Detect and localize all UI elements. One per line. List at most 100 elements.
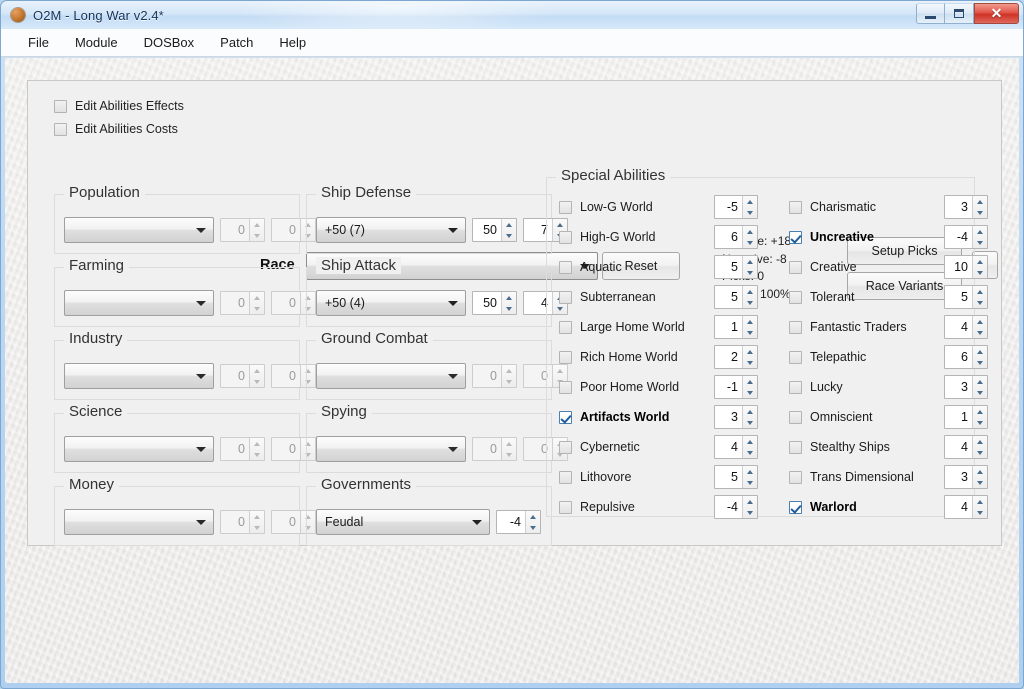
spinner-arrows[interactable] xyxy=(249,219,264,241)
spinner-down-icon[interactable] xyxy=(973,447,987,458)
ability-row-repulsive[interactable]: Repulsive -4 xyxy=(559,492,758,522)
ability-value-spinner-lithovore[interactable]: 5 xyxy=(714,465,758,489)
spinner-up-icon[interactable] xyxy=(973,316,987,327)
money-value-spinner[interactable]: 0 xyxy=(220,510,265,534)
spinner-up-icon[interactable] xyxy=(973,406,987,417)
science-select[interactable] xyxy=(64,436,214,462)
spinner-up-icon[interactable] xyxy=(973,286,987,297)
ship-attack-value-spinner[interactable]: 50 xyxy=(472,291,517,315)
ability-value-spinner-stealthy-ships[interactable]: 4 xyxy=(944,435,988,459)
ability-value-spinner-large-home-world[interactable]: 1 xyxy=(714,315,758,339)
money-select[interactable] xyxy=(64,509,214,535)
spinner-up-icon[interactable] xyxy=(973,436,987,447)
spinner-down-icon[interactable] xyxy=(250,449,264,460)
menu-item-file[interactable]: File xyxy=(15,31,62,54)
spinner-arrows[interactable] xyxy=(972,496,987,518)
industry-select[interactable] xyxy=(64,363,214,389)
spinner-up-icon[interactable] xyxy=(743,196,757,207)
spinner-arrows[interactable] xyxy=(249,292,264,314)
ability-value-spinner-poor-home-world[interactable]: -1 xyxy=(714,375,758,399)
ship-defense-value-spinner[interactable]: 50 xyxy=(472,218,517,242)
spinner-down-icon[interactable] xyxy=(250,376,264,387)
ability-row-trans-dimensional[interactable]: Trans Dimensional 3 xyxy=(789,462,988,492)
spinner-down-icon[interactable] xyxy=(973,327,987,338)
spinner-down-icon[interactable] xyxy=(743,267,757,278)
ability-row-aquatic[interactable]: Aquatic 5 xyxy=(559,252,758,282)
spinner-arrows[interactable] xyxy=(972,406,987,428)
spinner-down-icon[interactable] xyxy=(502,303,516,314)
spinner-up-icon[interactable] xyxy=(743,496,757,507)
farming-select[interactable] xyxy=(64,290,214,316)
farming-value-spinner[interactable]: 0 xyxy=(220,291,265,315)
spinner-arrows[interactable] xyxy=(972,286,987,308)
spinner-arrows[interactable] xyxy=(249,438,264,460)
checkbox-high-g-world[interactable] xyxy=(559,230,572,244)
ability-row-telepathic[interactable]: Telepathic 6 xyxy=(789,342,988,372)
ability-row-tolerant[interactable]: Tolerant 5 xyxy=(789,282,988,312)
spinner-arrows[interactable] xyxy=(249,365,264,387)
ability-value-spinner-high-g-world[interactable]: 6 xyxy=(714,225,758,249)
checkbox-tolerant[interactable] xyxy=(789,290,802,304)
spinner-down-icon[interactable] xyxy=(973,357,987,368)
spinner-arrows[interactable] xyxy=(972,346,987,368)
checkbox-aquatic[interactable] xyxy=(559,260,572,274)
spinner-up-icon[interactable] xyxy=(743,406,757,417)
ship-attack-select[interactable]: +50 (4) xyxy=(316,290,466,316)
ability-row-charismatic[interactable]: Charismatic 3 xyxy=(789,192,988,222)
ability-row-stealthy-ships[interactable]: Stealthy Ships 4 xyxy=(789,432,988,462)
spinner-up-icon[interactable] xyxy=(743,226,757,237)
spinner-down-icon[interactable] xyxy=(250,522,264,533)
spinner-up-icon[interactable] xyxy=(973,346,987,357)
ability-value-spinner-omniscient[interactable]: 1 xyxy=(944,405,988,429)
ability-row-subterranean[interactable]: Subterranean 5 xyxy=(559,282,758,312)
ability-row-omniscient[interactable]: Omniscient 1 xyxy=(789,402,988,432)
ground-combat-select[interactable] xyxy=(316,363,466,389)
spinner-arrows[interactable] xyxy=(742,346,757,368)
ability-value-spinner-rich-home-world[interactable]: 2 xyxy=(714,345,758,369)
science-value-spinner[interactable]: 0 xyxy=(220,437,265,461)
spinner-up-icon[interactable] xyxy=(502,219,516,230)
ability-row-artifacts-world[interactable]: Artifacts World 3 xyxy=(559,402,758,432)
spinner-down-icon[interactable] xyxy=(973,207,987,218)
checkbox-artifacts-world[interactable] xyxy=(559,410,572,424)
ability-value-spinner-fantastic-traders[interactable]: 4 xyxy=(944,315,988,339)
spinner-up-icon[interactable] xyxy=(250,219,264,230)
spinner-down-icon[interactable] xyxy=(973,507,987,518)
spinner-up-icon[interactable] xyxy=(743,346,757,357)
spinner-down-icon[interactable] xyxy=(743,357,757,368)
spinner-down-icon[interactable] xyxy=(743,387,757,398)
checkbox-cybernetic[interactable] xyxy=(559,440,572,454)
spinner-arrows[interactable] xyxy=(525,511,540,533)
checkbox-warlord[interactable] xyxy=(789,500,802,514)
menu-item-help[interactable]: Help xyxy=(266,31,319,54)
checkbox-uncreative[interactable] xyxy=(789,230,802,244)
checkbox-lucky[interactable] xyxy=(789,380,802,394)
ability-row-low-g-world[interactable]: Low-G World -5 xyxy=(559,192,758,222)
spinner-down-icon[interactable] xyxy=(973,297,987,308)
maximize-button[interactable] xyxy=(945,3,974,24)
ability-value-spinner-uncreative[interactable]: -4 xyxy=(944,225,988,249)
close-button[interactable]: ✕ xyxy=(974,3,1019,24)
minimize-button[interactable] xyxy=(916,3,945,24)
population-value-spinner[interactable]: 0 xyxy=(220,218,265,242)
spinner-up-icon[interactable] xyxy=(250,292,264,303)
spinner-down-icon[interactable] xyxy=(973,387,987,398)
spinner-down-icon[interactable] xyxy=(973,267,987,278)
ability-value-spinner-subterranean[interactable]: 5 xyxy=(714,285,758,309)
spinner-up-icon[interactable] xyxy=(973,226,987,237)
ship-defense-select[interactable]: +50 (7) xyxy=(316,217,466,243)
spinner-arrows[interactable] xyxy=(972,196,987,218)
ability-row-poor-home-world[interactable]: Poor Home World -1 xyxy=(559,372,758,402)
spinner-arrows[interactable] xyxy=(742,286,757,308)
spinner-up-icon[interactable] xyxy=(502,365,516,376)
spinner-up-icon[interactable] xyxy=(743,436,757,447)
spinner-arrows[interactable] xyxy=(501,365,516,387)
ability-row-creative[interactable]: Creative 10 xyxy=(789,252,988,282)
spinner-up-icon[interactable] xyxy=(973,376,987,387)
spinner-arrows[interactable] xyxy=(501,292,516,314)
ability-value-spinner-creative[interactable]: 10 xyxy=(944,255,988,279)
spinner-up-icon[interactable] xyxy=(973,466,987,477)
spinner-down-icon[interactable] xyxy=(502,449,516,460)
spinner-arrows[interactable] xyxy=(742,196,757,218)
checkbox-low-g-world[interactable] xyxy=(559,200,572,214)
